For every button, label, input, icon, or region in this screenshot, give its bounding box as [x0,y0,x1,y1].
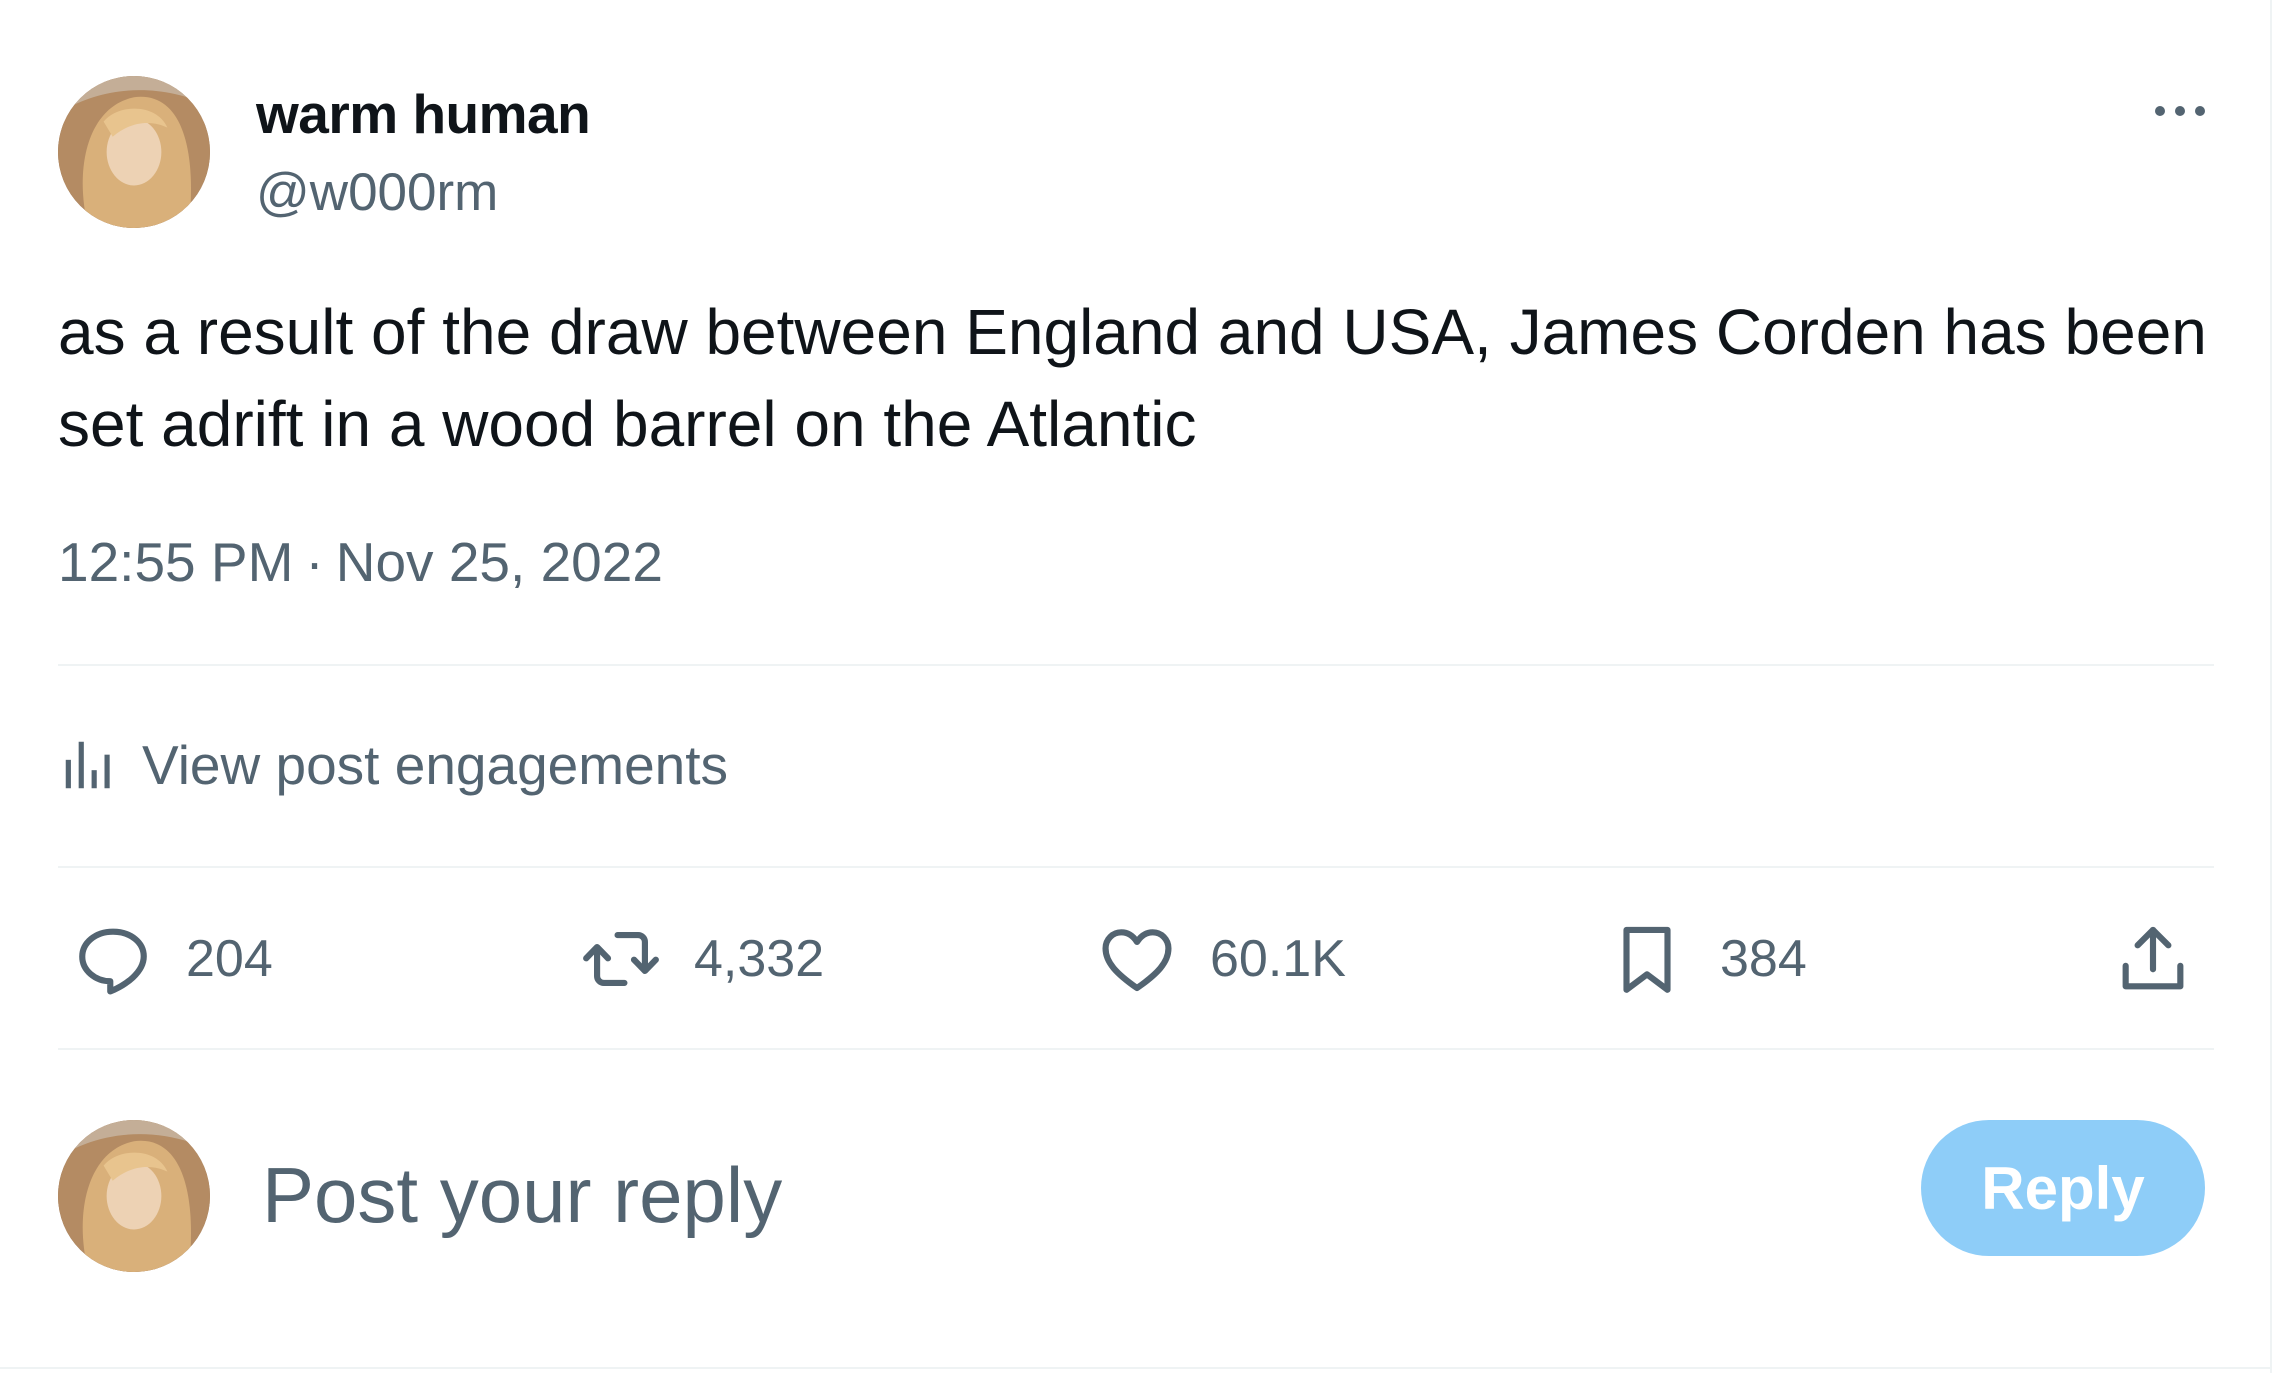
view-engagements-link[interactable]: View post engagements [58,730,728,800]
reply-button[interactable]: 204 [72,916,273,1002]
more-options-button[interactable] [2140,86,2220,136]
avatar-photo-icon [58,1120,210,1272]
divider [58,866,2214,868]
reply-bubble-icon [79,928,147,995]
tweet-date[interactable]: Nov 25, 2022 [336,531,663,593]
share-upload-icon [2122,926,2184,990]
meta-separator: · [305,531,324,593]
share-button[interactable] [2112,916,2194,1002]
divider [58,664,2214,666]
author-avatar[interactable] [58,76,210,228]
divider [58,1048,2214,1050]
current-user-avatar[interactable] [58,1120,210,1272]
repost-count: 4,332 [694,930,825,988]
like-button[interactable]: 60.1K [1096,916,1346,1002]
tweet-timestamp: 12:55 PM · Nov 25, 2022 [58,530,663,594]
right-border [2270,0,2272,1373]
tweet-text: as a result of the draw between England … [58,296,2207,460]
repost-button[interactable]: 4,332 [580,916,824,1002]
bookmark-button[interactable]: 384 [1606,916,1807,1002]
more-horizontal-icon [2155,106,2205,116]
reply-input[interactable] [262,1140,1862,1250]
repost-icon [583,932,659,986]
heart-icon [1102,929,1172,992]
tweet-detail: warm human @w000rm as a result of the dr… [0,0,2279,1373]
author-display-name[interactable]: warm human [256,82,591,146]
analytics-icon [65,741,110,789]
author-handle[interactable]: @w000rm [256,162,498,223]
tweet-time[interactable]: 12:55 PM [58,531,293,593]
bookmark-count: 384 [1720,930,1807,988]
like-count: 60.1K [1210,930,1346,988]
view-engagements-label: View post engagements [142,734,729,796]
avatar-photo-icon [58,76,210,228]
bottom-border [0,1367,2272,1369]
bookmark-icon [1623,926,1671,993]
reply-count: 204 [186,930,273,988]
reply-submit-button[interactable]: Reply [1921,1120,2205,1256]
